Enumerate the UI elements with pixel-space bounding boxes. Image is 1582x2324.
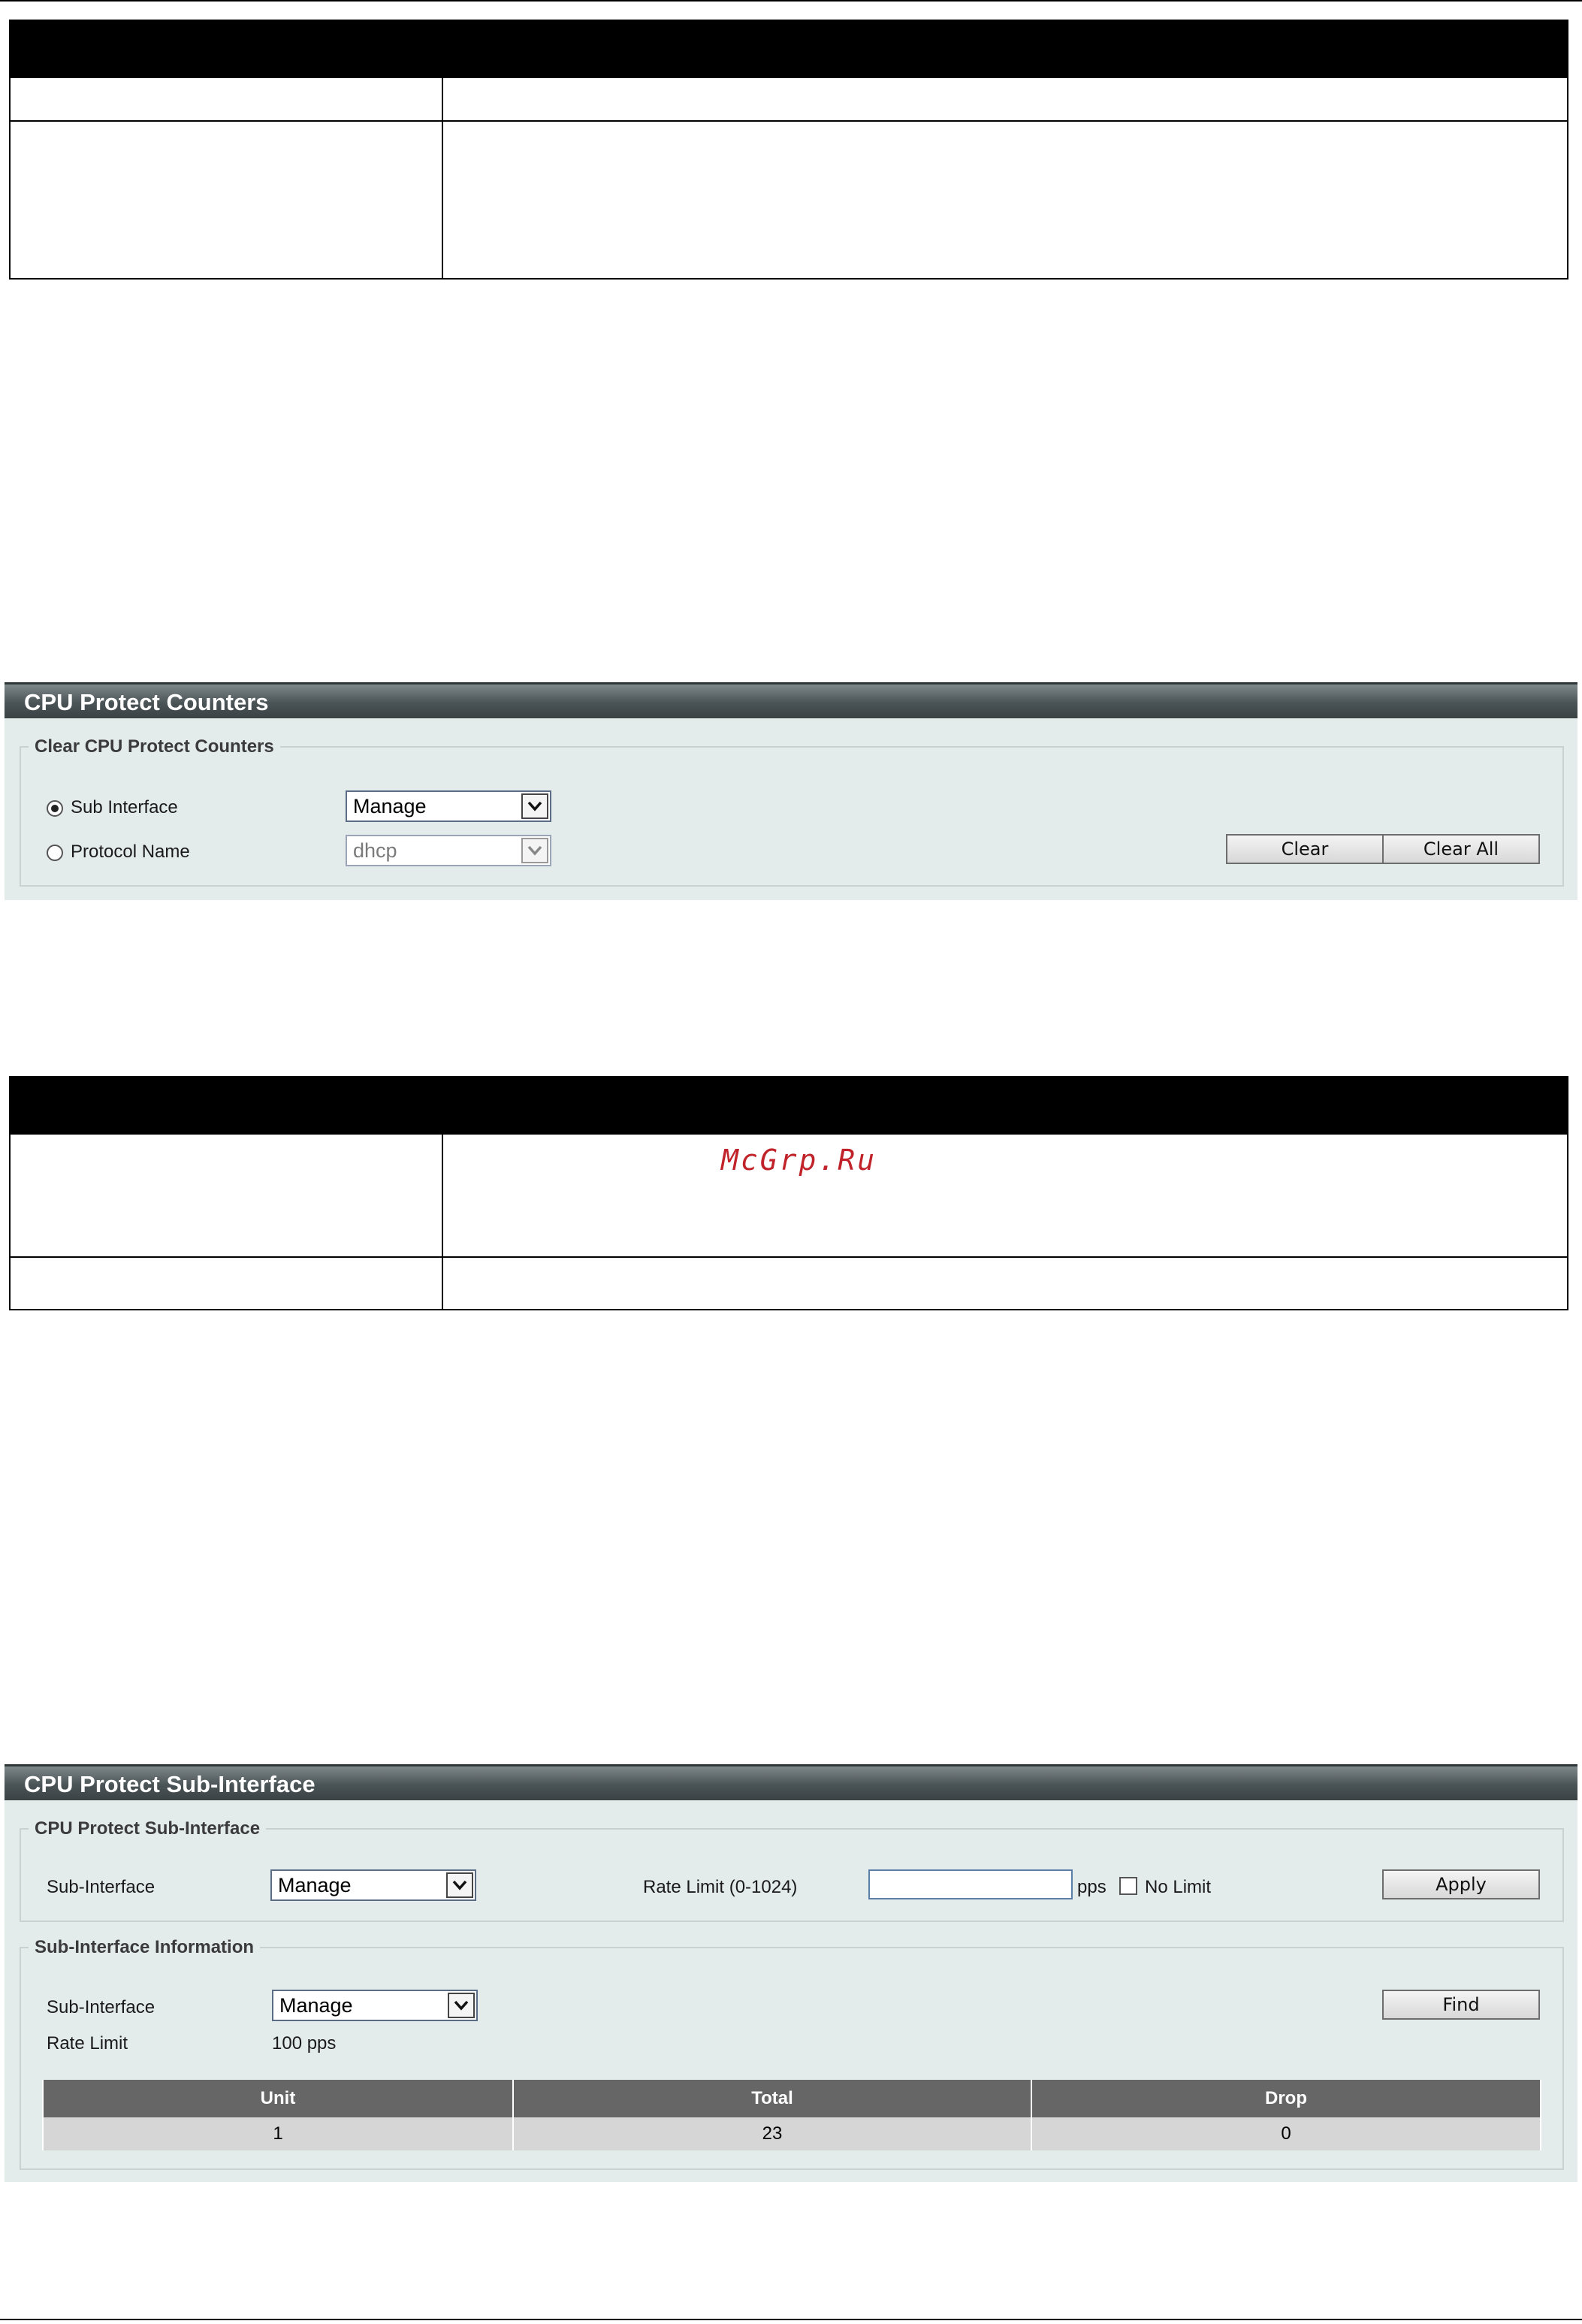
parameter-table-2: [9, 1076, 1568, 1310]
header-drop: Drop: [1031, 2080, 1541, 2117]
bottom-rule: [0, 2319, 1582, 2320]
apply-button[interactable]: Apply: [1382, 1869, 1540, 1899]
selected-value: Manage: [353, 795, 427, 817]
pps-label: pps: [1077, 1877, 1106, 1897]
counter-table: Unit Total Drop 1 23 0: [42, 2080, 1541, 2150]
sub-interface-select[interactable]: Manage: [270, 1869, 476, 1901]
info-sub-interface-label: Sub-Interface: [47, 1997, 155, 2017]
sub-interface-config-group: CPU Protect Sub-Interface: [20, 1818, 1564, 1922]
parameter-table-1: [9, 20, 1568, 280]
rate-limit-label: Rate Limit (0-1024): [643, 1877, 798, 1897]
clear-all-button[interactable]: Clear All: [1382, 834, 1540, 864]
header-unit: Unit: [42, 2080, 514, 2117]
no-limit-label: No Limit: [1145, 1877, 1212, 1897]
cell-unit: 1: [42, 2117, 514, 2150]
cell-drop: 0: [1031, 2117, 1541, 2150]
find-button[interactable]: Find: [1382, 1990, 1540, 2020]
protocol-name-radio[interactable]: [47, 845, 63, 861]
info-rate-limit-value: 100 pps: [272, 2033, 337, 2054]
chevron-down-icon: [521, 793, 548, 819]
group-title: Sub-Interface Information: [35, 1937, 255, 1957]
sub-interface-label: Sub-Interface: [47, 1877, 155, 1897]
selected-value: Manage: [278, 1874, 352, 1896]
rate-limit-input[interactable]: [868, 1869, 1073, 1899]
selected-value: Manage: [279, 1994, 353, 2017]
header-total: Total: [512, 2080, 1032, 2117]
protocol-name-label: Protocol Name: [71, 842, 190, 862]
selected-value: dhcp: [353, 839, 397, 862]
info-rate-limit-label: Rate Limit: [47, 2033, 128, 2054]
cpu-protect-counters-panel: CPU Protect Counters Clear CPU Protect C…: [5, 682, 1577, 900]
no-limit-checkbox[interactable]: [1119, 1877, 1137, 1895]
protocol-name-select[interactable]: dhcp: [346, 835, 551, 866]
cpu-protect-sub-interface-panel: CPU Protect Sub-Interface CPU Protect Su…: [5, 1764, 1577, 2182]
sub-interface-radio[interactable]: [47, 800, 63, 817]
cell-total: 23: [512, 2117, 1032, 2150]
group-title: CPU Protect Sub-Interface: [35, 1818, 261, 1839]
chevron-down-icon: [448, 1993, 475, 2018]
sub-interface-label: Sub Interface: [71, 797, 178, 817]
table-header-row: [9, 20, 1568, 78]
info-sub-interface-select[interactable]: Manage: [272, 1990, 478, 2021]
table-header-row: Unit Total Drop: [42, 2080, 1541, 2117]
sub-interface-select[interactable]: Manage: [346, 790, 551, 822]
top-rule: [0, 0, 1582, 2]
watermark: McGrp.Ru: [721, 1144, 877, 1177]
table-row: [9, 1256, 1568, 1310]
clear-counters-group: Clear CPU Protect Counters: [20, 736, 1564, 887]
table-row: [9, 120, 1568, 280]
clear-button[interactable]: Clear: [1226, 834, 1384, 864]
panel-title: CPU Protect Sub-Interface: [5, 1764, 1577, 1800]
panel-title: CPU Protect Counters: [5, 682, 1577, 718]
group-title: Clear CPU Protect Counters: [35, 736, 274, 757]
table-row: [9, 77, 1568, 122]
table-row: 1 23 0: [42, 2117, 1541, 2150]
table-header-row: [9, 1076, 1568, 1135]
chevron-down-icon: [446, 1872, 473, 1898]
chevron-down-icon: [521, 838, 548, 863]
